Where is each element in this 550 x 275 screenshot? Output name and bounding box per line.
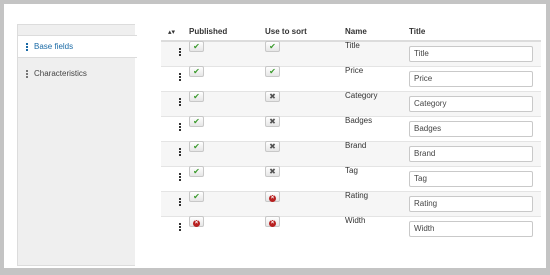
published-toggle-check-icon[interactable]: ✔ — [189, 166, 204, 177]
field-title-input[interactable] — [409, 170, 533, 187]
table-row: ✔ ✖ Category — [161, 91, 541, 117]
published-toggle-check-icon[interactable]: ✔ — [189, 191, 204, 202]
field-name: Price — [345, 66, 364, 75]
table-row: ✔ ✖ Tag — [161, 166, 541, 192]
use-to-sort-header: Use to sort — [265, 22, 345, 42]
table-row: ✔ ✔ Title — [161, 41, 541, 67]
drag-handle-icon — [26, 42, 28, 51]
tab-base-fields[interactable]: Base fields — [18, 35, 137, 58]
field-name: Tag — [345, 166, 358, 175]
fields-settings-panel: Base fields Characteristics ▴▾ Published… — [4, 4, 546, 268]
drag-handle-icon[interactable] — [178, 48, 181, 57]
field-name: Rating — [345, 191, 369, 200]
field-name: Title — [345, 41, 360, 51]
table-row: ✔ ✖ Badges — [161, 116, 541, 142]
error-dot-icon: × — [193, 220, 200, 228]
published-toggle-check-icon[interactable]: ✔ — [189, 141, 204, 152]
field-name: Badges — [345, 116, 373, 125]
field-title-input[interactable] — [409, 120, 533, 137]
error-dot-icon: × — [269, 195, 276, 202]
published-toggle-check-icon[interactable]: ✔ — [189, 66, 204, 77]
use-to-sort-toggle-cross-icon[interactable]: ✖ — [265, 166, 280, 177]
table-row: ✔ ✖ Brand — [161, 141, 541, 167]
title-header: Title — [409, 22, 541, 42]
drag-handle-icon[interactable] — [178, 198, 181, 206]
field-name: Width — [345, 216, 366, 226]
table-header-row: ▴▾ Published Use to sort Name Title — [161, 22, 541, 42]
drag-handle-icon[interactable] — [178, 98, 181, 106]
drag-handle-icon[interactable] — [178, 123, 181, 131]
drag-handle-icon[interactable] — [178, 73, 181, 81]
use-to-sort-toggle-check-icon[interactable]: ✔ — [265, 41, 280, 53]
drag-handle-icon[interactable] — [178, 223, 181, 232]
drag-handle-icon[interactable] — [178, 173, 181, 181]
fields-table: ▴▾ Published Use to sort Name Title ✔ ✔ Ti… — [161, 22, 541, 241]
tab-label: Characteristics — [34, 69, 87, 78]
table-row: ✔ ✔ Price — [161, 66, 541, 92]
field-title-input[interactable] — [409, 220, 533, 237]
field-name: Category — [345, 91, 378, 100]
field-title-input[interactable] — [409, 145, 533, 162]
published-toggle-check-icon[interactable]: ✔ — [189, 41, 204, 53]
field-name: Brand — [345, 141, 367, 150]
table-row: × × Width — [161, 216, 541, 241]
field-groups-sidebar: Base fields Characteristics — [17, 24, 137, 266]
published-toggle-check-icon[interactable]: ✔ — [189, 91, 204, 102]
published-header: Published — [189, 22, 265, 42]
field-title-input[interactable] — [409, 70, 533, 87]
tab-characteristics[interactable]: Characteristics — [18, 62, 136, 85]
error-dot-icon: × — [269, 220, 276, 228]
use-to-sort-toggle-cross-icon[interactable]: ✖ — [265, 141, 280, 152]
sort-arrows-icon[interactable]: ▴▾ — [161, 29, 175, 36]
tab-label: Base fields — [34, 42, 74, 51]
published-toggle-check-icon[interactable]: ✔ — [189, 116, 204, 127]
use-to-sort-toggle-check-icon[interactable]: ✔ — [265, 66, 280, 77]
use-to-sort-toggle-error-circle-icon[interactable]: × — [265, 216, 280, 228]
use-to-sort-toggle-error-circle-icon[interactable]: × — [265, 191, 280, 202]
drag-handle-icon[interactable] — [178, 148, 181, 156]
field-title-input[interactable] — [409, 195, 533, 212]
published-toggle-error-circle-icon[interactable]: × — [189, 216, 204, 228]
field-title-input[interactable] — [409, 95, 533, 112]
name-header: Name — [345, 22, 409, 42]
sort-order-header[interactable]: ▴▾ — [161, 22, 189, 42]
use-to-sort-toggle-cross-icon[interactable]: ✖ — [265, 91, 280, 102]
use-to-sort-toggle-cross-icon[interactable]: ✖ — [265, 116, 280, 127]
drag-handle-icon — [26, 69, 28, 78]
table-row: ✔ × Rating — [161, 191, 541, 217]
field-title-input[interactable] — [409, 45, 533, 62]
